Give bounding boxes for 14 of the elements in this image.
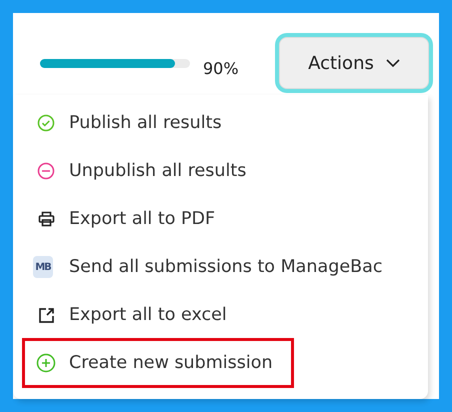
printer-icon [38, 211, 54, 227]
chevron-down-icon [386, 58, 400, 68]
menu-item[interactable]: Export all to PDF [23, 195, 216, 243]
plus-circle-icon [36, 353, 56, 373]
logo-icon: MB [33, 256, 53, 278]
check-circle-icon [37, 114, 55, 132]
menu-item[interactable]: Create new submission [23, 339, 293, 387]
external-link-icon [38, 306, 54, 324]
menu-item[interactable]: Unpublish all results [23, 147, 246, 195]
progress-percent: 90% [203, 58, 239, 78]
menu-item[interactable]: MB Send all submissions to ManageBac [23, 243, 382, 291]
minus-circle-icon [37, 162, 55, 180]
menu-item[interactable]: Export all to excel [23, 291, 227, 339]
menu-item[interactable]: Publish all results [23, 99, 222, 147]
